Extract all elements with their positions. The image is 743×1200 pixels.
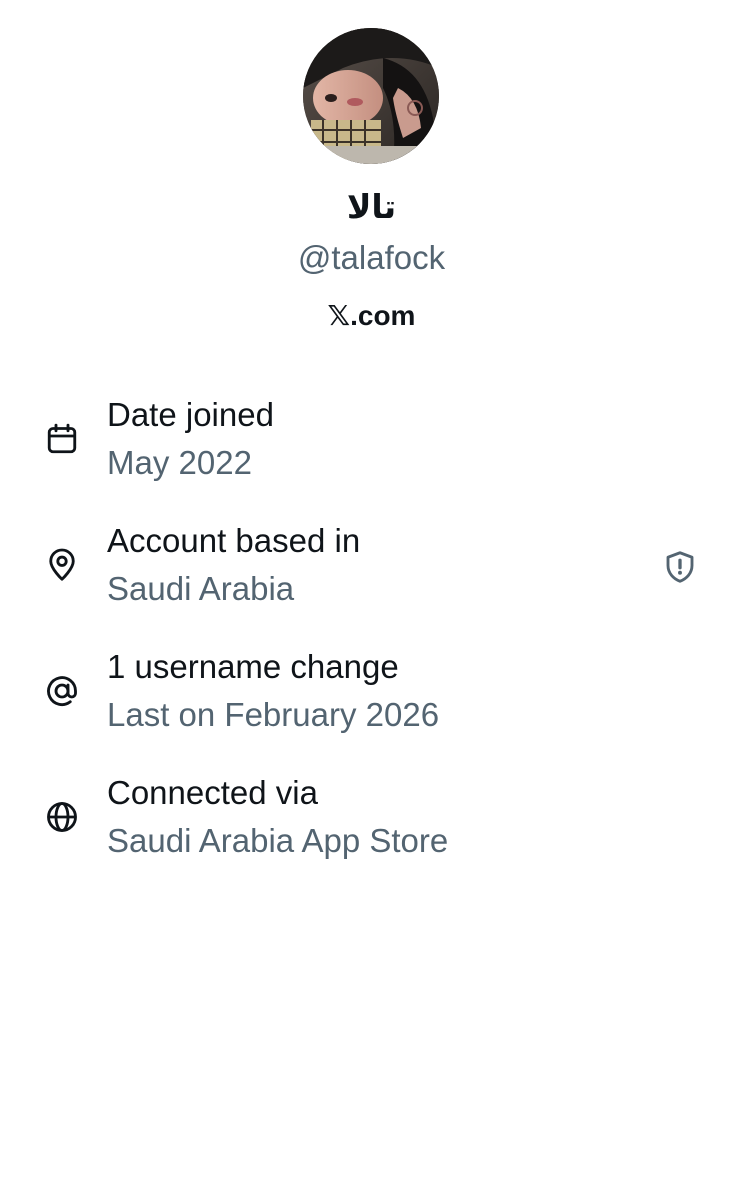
detail-title: 1 username change (107, 648, 399, 685)
detail-title: Date joined (107, 396, 274, 433)
shield-alert-icon[interactable] (662, 549, 698, 585)
at-sign-icon (47, 676, 77, 707)
detail-title: Account based in (107, 522, 361, 559)
avatar[interactable] (303, 28, 439, 164)
detail-value: Saudi Arabia (107, 570, 295, 607)
globe-icon (47, 802, 77, 832)
detail-value: May 2022 (107, 444, 252, 481)
calendar-icon (47, 423, 77, 454)
location-pin-icon (49, 548, 75, 581)
detail-value: Saudi Arabia App Store (107, 822, 449, 859)
detail-row-account-based-in: Account based in Saudi Arabia (0, 519, 743, 619)
profile-photo-icon (303, 28, 439, 164)
detail-row-date-joined: Date joined May 2022 (0, 393, 743, 493)
detail-row-connected-via: Connected via Saudi Arabia App Store (0, 771, 743, 871)
detail-title: Connected via (107, 774, 318, 811)
display-name: تالا (346, 187, 397, 226)
about-account-page: تالا @talafock 𝕏.com Date joined May 202… (0, 0, 743, 1200)
detail-value: Last on February 2026 (107, 696, 440, 733)
username-handle: @talafock (297, 239, 446, 276)
site-label: 𝕏.com (327, 300, 416, 331)
detail-row-username-change: 1 username change Last on February 2026 (0, 645, 743, 745)
